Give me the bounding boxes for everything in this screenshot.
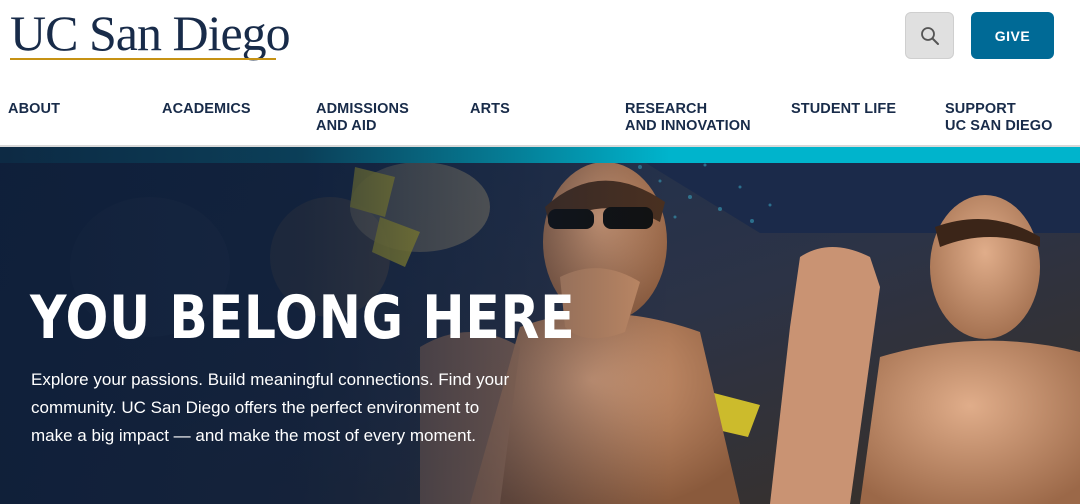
nav-item-label: STUDENT LIFE xyxy=(791,101,897,117)
search-button[interactable] xyxy=(905,12,954,59)
hero-banner: YOU BELONG HERE Explore your passions. B… xyxy=(0,147,1080,504)
nav-item-label: ADMISSIONS xyxy=(316,101,409,117)
nav-item-about[interactable]: ABOUT xyxy=(8,101,60,118)
nav-item-label-line2: AND INNOVATION xyxy=(625,118,751,134)
nav-item-admissions-and-aid[interactable]: ADMISSIONS AND AID xyxy=(316,101,409,135)
search-icon xyxy=(920,26,939,45)
main-nav: ABOUT ACADEMICS ADMISSIONS AND AID ARTS … xyxy=(0,101,1080,145)
hero-description: Explore your passions. Build meaningful … xyxy=(31,370,510,445)
nav-item-label-line2: AND AID xyxy=(316,118,377,134)
logo-underline xyxy=(10,58,276,60)
hero-title: YOU BELONG HERE xyxy=(30,283,576,353)
site-header: UC San Diego GIVE ABOUT ACADEMICS ADMISS… xyxy=(0,0,1080,147)
nav-item-label: RESEARCH xyxy=(625,101,708,117)
give-button[interactable]: GIVE xyxy=(971,12,1054,59)
nav-item-label: SUPPORT xyxy=(945,101,1016,117)
nav-item-label: ABOUT xyxy=(8,101,61,117)
nav-item-arts[interactable]: ARTS xyxy=(470,101,510,118)
nav-item-label-line2: UC SAN DIEGO xyxy=(945,118,1053,134)
nav-item-label: ARTS xyxy=(470,101,510,117)
nav-item-label: ACADEMICS xyxy=(162,101,251,117)
nav-item-academics[interactable]: ACADEMICS xyxy=(162,101,251,118)
nav-item-research-and-innovation[interactable]: RESEARCH AND INNOVATION xyxy=(625,101,751,135)
nav-item-support-uc-san-diego[interactable]: SUPPORT UC SAN DIEGO xyxy=(945,101,1053,135)
nav-item-student-life[interactable]: STUDENT LIFE xyxy=(791,101,896,118)
uc-san-diego-logo[interactable]: UC San Diego xyxy=(10,4,291,62)
